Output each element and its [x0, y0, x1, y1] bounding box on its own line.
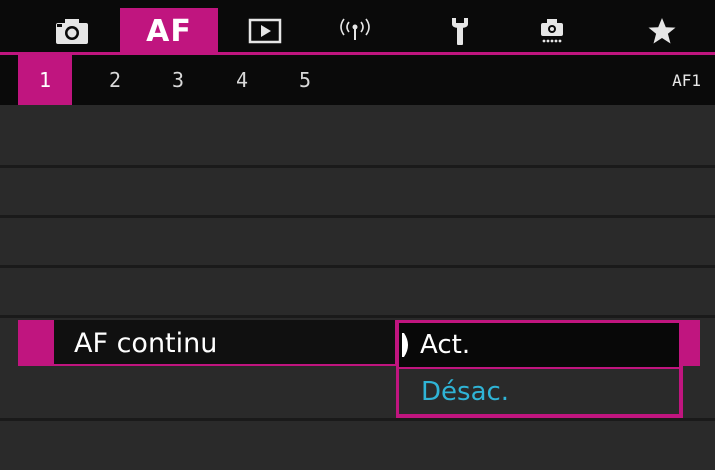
row-separator — [0, 418, 715, 421]
page-tab-5-label: 5 — [298, 68, 312, 92]
page-id: AF1 — [672, 70, 701, 90]
option-on-label: Act. — [420, 330, 471, 360]
camera-menu-screen: AF 1 2 3 4 5 AF1 AF continu Act. Désac. — [0, 0, 715, 470]
option-off[interactable]: Désac. — [399, 369, 679, 414]
wireless-icon — [340, 18, 370, 40]
page-tab-2-label: 2 — [108, 68, 122, 92]
row-separator — [0, 215, 715, 218]
row-separator — [0, 165, 715, 168]
page-tab-4[interactable]: 4 — [227, 55, 257, 105]
page-tab-3[interactable]: 3 — [163, 55, 193, 105]
row-separator — [0, 265, 715, 268]
page-tab-bar: 1 2 3 4 5 AF1 — [0, 55, 715, 105]
page-tab-3-label: 3 — [171, 68, 185, 92]
page-tab-2[interactable]: 2 — [100, 55, 130, 105]
option-off-label: Désac. — [421, 376, 510, 407]
star-icon — [648, 18, 676, 44]
current-setting-marker-icon — [402, 333, 408, 357]
tab-my-menu[interactable] — [640, 8, 684, 54]
tab-setup[interactable] — [440, 8, 480, 54]
tab-af-label: AF — [146, 13, 192, 49]
camera-icon — [56, 19, 88, 44]
wrench-icon — [452, 18, 468, 45]
playback-icon — [248, 18, 282, 44]
page-tab-5[interactable]: 5 — [290, 55, 320, 105]
page-tab-1[interactable]: 1 — [18, 55, 72, 105]
option-on[interactable]: Act. — [399, 323, 679, 367]
custom-functions-icon — [541, 19, 563, 43]
menu-item-label[interactable]: AF continu — [74, 320, 217, 366]
tab-wireless[interactable] — [328, 8, 382, 54]
page-tab-4-label: 4 — [235, 68, 249, 92]
tab-shooting[interactable] — [46, 8, 98, 54]
category-tab-bar: AF — [0, 0, 715, 54]
page-tab-1-label: 1 — [38, 68, 52, 92]
tab-playback[interactable] — [242, 8, 288, 54]
tab-af[interactable]: AF — [120, 8, 218, 54]
row-separator — [0, 315, 715, 318]
tab-custom-functions[interactable] — [530, 8, 574, 54]
